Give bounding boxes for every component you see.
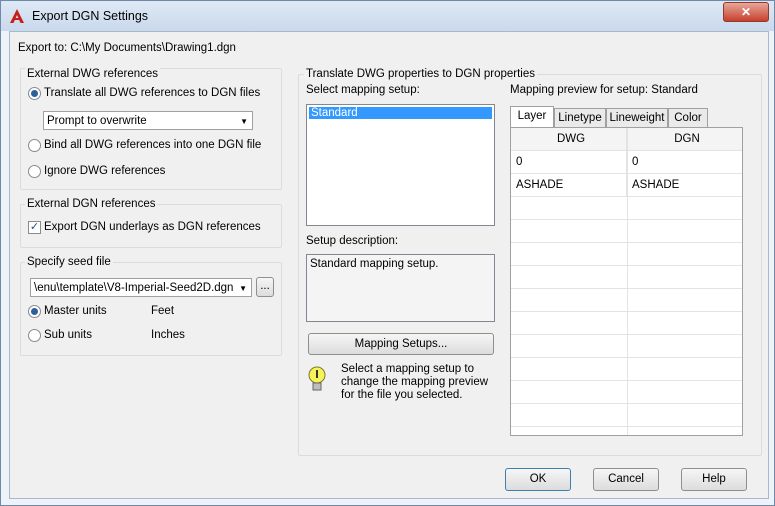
ignore-dwg-radio[interactable]	[28, 165, 41, 178]
dialog-title: Export DGN Settings	[32, 9, 149, 23]
column-header-dgn[interactable]: DGN	[627, 128, 742, 150]
tab-lineweight[interactable]: Lineweight	[606, 108, 668, 127]
title-bar[interactable]: Export DGN Settings ✕	[1, 1, 774, 31]
master-units-label: Master units	[44, 305, 107, 317]
select-setup-label: Select mapping setup:	[306, 84, 420, 96]
mapping-setups-button[interactable]: Mapping Setups...	[308, 333, 494, 355]
lightbulb-icon	[308, 366, 326, 391]
cancel-button[interactable]: Cancel	[593, 468, 659, 491]
overwrite-mode-value: Prompt to overwrite	[47, 115, 147, 127]
column-divider	[627, 128, 628, 435]
setup-description-box: Standard mapping setup.	[306, 254, 495, 322]
sub-units-radio[interactable]	[28, 329, 41, 342]
chevron-down-icon: ▼	[239, 284, 247, 293]
close-button[interactable]: ✕	[723, 2, 769, 22]
tab-layer[interactable]: Layer	[510, 106, 554, 127]
seed-file-select[interactable]: \enu\template\V8-Imperial-Seed2D.dgn ▼	[30, 278, 252, 297]
dwg-cell: 0	[511, 151, 627, 173]
overwrite-mode-select[interactable]: Prompt to overwrite ▼	[43, 111, 253, 130]
export-underlays-label: Export DGN underlays as DGN references	[44, 221, 261, 233]
mapping-setup-list[interactable]: Standard	[306, 104, 495, 226]
translate-dwg-radio[interactable]	[28, 87, 41, 100]
dialog-window: Export DGN Settings ✕ Export to: C:\My D…	[0, 0, 775, 506]
ignore-dwg-label: Ignore DWG references	[44, 165, 166, 177]
dgn-cell: ASHADE	[632, 179, 680, 191]
bind-dwg-radio[interactable]	[28, 139, 41, 152]
help-button[interactable]: Help	[681, 468, 747, 491]
mapping-preview-table: DWG DGN 0 0 ASHADE ASHADE	[510, 127, 743, 436]
dwg-cell: ASHADE	[511, 174, 627, 196]
tab-color[interactable]: Color	[668, 108, 708, 127]
preview-tabs: Layer Linetype Lineweight Color	[510, 106, 743, 128]
mapping-preview-label: Mapping preview for setup: Standard	[510, 84, 698, 96]
translate-dwg-label: Translate all DWG references to DGN file…	[44, 87, 261, 99]
master-units-value: Feet	[151, 305, 175, 317]
external-dgn-legend: External DGN references	[25, 198, 158, 210]
bind-dwg-label: Bind all DWG references into one DGN fil…	[44, 139, 262, 151]
export-underlays-checkbox[interactable]: ✓	[28, 221, 41, 234]
sub-units-label: Sub units	[44, 329, 92, 341]
dgn-cell: 0	[632, 156, 639, 168]
tab-linetype[interactable]: Linetype	[554, 108, 606, 127]
external-dwg-legend: External DWG references	[25, 68, 161, 80]
autocad-a-icon	[10, 9, 24, 23]
setup-item-standard[interactable]: Standard	[309, 107, 492, 119]
sub-units-value: Inches	[151, 329, 185, 341]
dialog-body: Export to: C:\My Documents\Drawing1.dgn …	[9, 31, 769, 499]
export-to-label: Export to: C:\My Documents\Drawing1.dgn	[18, 42, 236, 54]
translate-properties-legend: Translate DWG properties to DGN properti…	[304, 68, 538, 80]
setup-description-label: Setup description:	[306, 235, 399, 247]
seed-file-value: \enu\template\V8-Imperial-Seed2D.dgn	[34, 282, 234, 294]
master-units-radio[interactable]	[28, 305, 41, 318]
ok-button[interactable]: OK	[505, 468, 571, 491]
column-header-dwg[interactable]: DWG	[511, 128, 627, 150]
seed-file-legend: Specify seed file	[25, 256, 113, 268]
mapping-hint-text: Select a mapping setup to change the map…	[341, 363, 489, 401]
chevron-down-icon: ▼	[240, 117, 248, 126]
browse-seed-button[interactable]: ...	[256, 277, 274, 297]
